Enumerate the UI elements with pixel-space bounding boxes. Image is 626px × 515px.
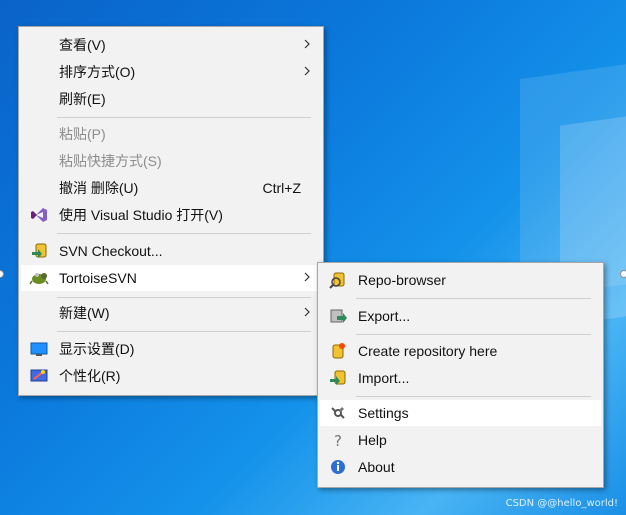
menu-item-label: Export... bbox=[358, 308, 411, 324]
submenu-item-settings[interactable]: Settings bbox=[320, 400, 601, 426]
keyboard-shortcut: Ctrl+Z bbox=[262, 180, 302, 196]
menu-item-label: 刷新(E) bbox=[59, 91, 106, 107]
menu-separator bbox=[356, 334, 591, 335]
import-icon bbox=[328, 369, 348, 387]
submenu-arrow-icon bbox=[304, 272, 310, 282]
menu-separator bbox=[57, 297, 311, 298]
personalize-icon bbox=[29, 367, 49, 385]
menu-item-label: Create repository here bbox=[358, 343, 498, 359]
menu-item-label: Settings bbox=[358, 405, 409, 421]
menu-separator bbox=[57, 117, 311, 118]
menu-item-label: TortoiseSVN bbox=[59, 270, 137, 286]
svg-text:?: ? bbox=[334, 432, 342, 449]
submenu-item-help[interactable]: ? Help bbox=[320, 427, 601, 453]
create-repository-icon bbox=[328, 342, 348, 360]
svn-checkout-icon bbox=[29, 242, 49, 260]
menu-item-undo-delete[interactable]: 撤消 删除(U) Ctrl+Z bbox=[21, 175, 321, 201]
menu-separator bbox=[57, 233, 311, 234]
submenu-arrow-icon bbox=[304, 307, 310, 317]
menu-separator bbox=[356, 396, 591, 397]
menu-item-new[interactable]: 新建(W) bbox=[21, 300, 321, 326]
menu-item-refresh[interactable]: 刷新(E) bbox=[21, 86, 321, 112]
menu-item-paste[interactable]: 粘贴(P) bbox=[21, 121, 321, 147]
menu-item-paste-shortcut[interactable]: 粘贴快捷方式(S) bbox=[21, 148, 321, 174]
submenu-item-create-repository[interactable]: Create repository here bbox=[320, 338, 601, 364]
menu-item-label: 查看(V) bbox=[59, 37, 106, 53]
menu-item-open-in-visual-studio[interactable]: 使用 Visual Studio 打开(V) bbox=[21, 202, 321, 228]
menu-item-label: Repo-browser bbox=[358, 272, 446, 288]
tortoisesvn-submenu: Repo-browser Export... Create repository… bbox=[317, 262, 604, 488]
submenu-item-repo-browser[interactable]: Repo-browser bbox=[320, 267, 601, 293]
menu-item-label: 排序方式(O) bbox=[59, 64, 136, 80]
settings-icon bbox=[328, 404, 348, 422]
submenu-item-import[interactable]: Import... bbox=[320, 365, 601, 391]
menu-item-label: 粘贴快捷方式(S) bbox=[59, 153, 162, 169]
repo-browser-icon bbox=[328, 271, 348, 289]
submenu-item-export[interactable]: Export... bbox=[320, 303, 601, 329]
menu-item-view[interactable]: 查看(V) bbox=[21, 32, 321, 58]
tortoisesvn-icon bbox=[29, 269, 49, 287]
menu-item-label: 显示设置(D) bbox=[59, 341, 135, 357]
resize-handle-right bbox=[620, 270, 626, 278]
menu-item-sort-by[interactable]: 排序方式(O) bbox=[21, 59, 321, 85]
menu-item-label: Import... bbox=[358, 370, 410, 386]
menu-item-label: 新建(W) bbox=[59, 305, 110, 321]
menu-separator bbox=[356, 298, 591, 299]
menu-item-label: 个性化(R) bbox=[59, 368, 121, 384]
menu-item-label: About bbox=[358, 459, 395, 475]
about-icon bbox=[328, 458, 348, 476]
help-icon: ? bbox=[328, 431, 348, 449]
menu-item-label: SVN Checkout... bbox=[59, 243, 163, 259]
menu-item-display-settings[interactable]: 显示设置(D) bbox=[21, 336, 321, 362]
menu-item-label: 使用 Visual Studio 打开(V) bbox=[59, 207, 223, 223]
menu-item-label: Help bbox=[358, 432, 387, 448]
submenu-item-about[interactable]: About bbox=[320, 454, 601, 480]
submenu-arrow-icon bbox=[304, 39, 310, 49]
menu-item-label: 撤消 删除(U) bbox=[59, 180, 139, 196]
submenu-arrow-icon bbox=[304, 66, 310, 76]
display-settings-icon bbox=[29, 340, 49, 358]
menu-item-tortoisesvn[interactable]: TortoiseSVN bbox=[21, 265, 321, 291]
menu-item-personalize[interactable]: 个性化(R) bbox=[21, 363, 321, 389]
menu-separator bbox=[57, 331, 311, 332]
visual-studio-icon bbox=[29, 206, 49, 224]
export-icon bbox=[328, 307, 348, 325]
watermark-text: CSDN @@hello_world! bbox=[505, 498, 618, 509]
menu-item-label: 粘贴(P) bbox=[59, 126, 106, 142]
menu-item-svn-checkout[interactable]: SVN Checkout... bbox=[21, 238, 321, 264]
desktop-context-menu: 查看(V) 排序方式(O) 刷新(E) 粘贴(P) 粘贴快捷方式(S) 撤消 删… bbox=[18, 26, 324, 396]
